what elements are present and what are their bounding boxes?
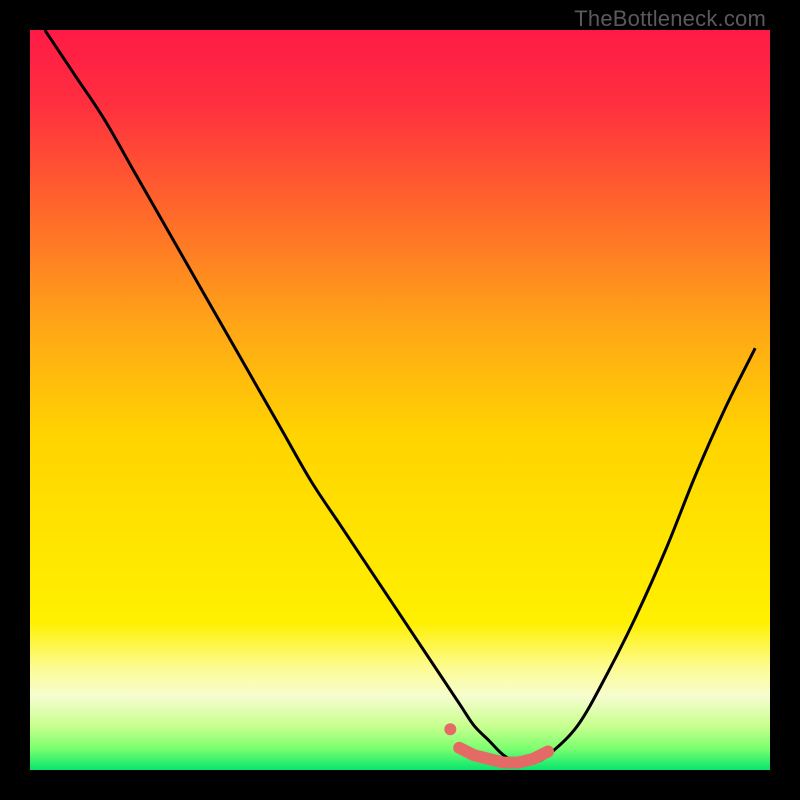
- bottleneck-curve: [45, 30, 755, 764]
- plot-area: [30, 30, 770, 770]
- watermark-text: TheBottleneck.com: [574, 6, 766, 32]
- optimal-range-markers: [444, 723, 548, 762]
- optimal-range-start-dot: [444, 723, 456, 735]
- chart-frame: [30, 30, 770, 770]
- curve-layer: [30, 30, 770, 770]
